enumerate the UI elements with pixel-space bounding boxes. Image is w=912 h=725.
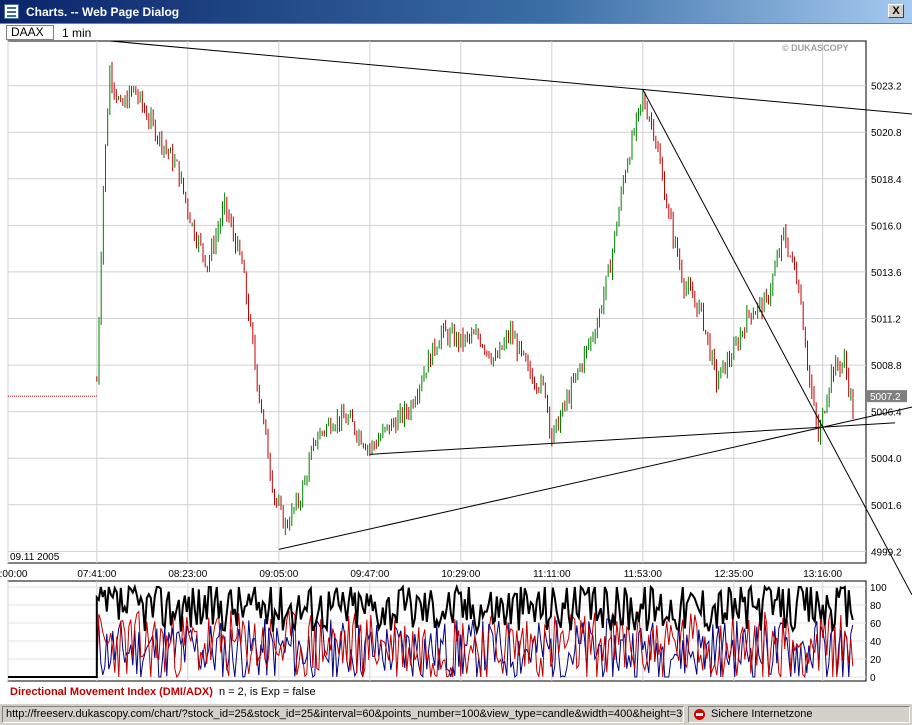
y-tick-label: 5004.0	[871, 454, 902, 465]
indicator-title: Directional Movement Index (DMI/ADX)	[10, 686, 213, 698]
y-tick-label: 5013.6	[871, 268, 902, 279]
x-tick-label: 11:53:00	[624, 569, 663, 580]
y-tick-label: 5001.6	[871, 501, 902, 512]
x-tick-label: 12:35:00	[714, 569, 753, 580]
y-tick-label: 5023.2	[871, 82, 902, 93]
y-tick-label: 5008.8	[871, 361, 902, 372]
date-label: 09.11 2005	[10, 552, 60, 563]
watermark: © DUKASCOPY	[782, 43, 849, 53]
x-tick-label: 09:05:00	[259, 569, 298, 580]
x-tick-label: 10:29:00	[441, 569, 480, 580]
zone-label: Sichere Internetzone	[711, 708, 813, 720]
indicator-y-tick: 40	[870, 637, 882, 648]
price-plot-frame	[7, 40, 867, 564]
y-tick-label: 5020.8	[871, 128, 902, 139]
window-title: Charts. -- Web Page Dialog	[26, 5, 180, 19]
x-tick-label: 07:41:00	[77, 569, 116, 580]
price-chart: 5023.2 5020.8 5018.4 5016.0 5013.6 5011.2 5008…	[0, 40, 912, 684]
y-tick-label: 5018.4	[871, 175, 902, 186]
x-tick-label: 11:11:00	[533, 569, 571, 580]
indicator-y-tick: 80	[870, 601, 882, 612]
status-url: http://freeserv.dukascopy.com/chart/?sto…	[2, 706, 684, 723]
indicator-y-tick: 60	[870, 619, 882, 630]
interval-label[interactable]: 1 min	[62, 26, 91, 40]
blocked-zone-icon	[694, 709, 705, 720]
status-bar: http://freeserv.dukascopy.com/chart/?sto…	[0, 703, 912, 725]
y-tick-label: 4999.2	[871, 547, 902, 558]
security-zone[interactable]: Sichere Internetzone	[688, 706, 910, 723]
indicator-params: n = 2, is Exp = false	[219, 686, 316, 698]
x-tick-label: 08:23:00	[168, 569, 207, 580]
y-tick-label: 5011.2	[871, 314, 901, 325]
current-price-label: 5007.2	[870, 392, 901, 403]
y-tick-label: 5016.0	[871, 221, 902, 232]
indicator-y-tick: 100	[870, 583, 887, 594]
indicator-y-tick: 0	[870, 673, 876, 684]
x-tick-label: 09:47:00	[350, 569, 389, 580]
title-bar: Charts. -- Web Page Dialog X	[0, 0, 912, 24]
x-tick-label: 07:00:00	[0, 569, 28, 580]
chart-window-icon	[4, 4, 19, 19]
close-button[interactable]: X	[888, 4, 904, 18]
x-tick-label: 13:16:00	[803, 569, 842, 580]
chart-client-area: 5023.2 5020.8 5018.4 5016.0 5013.6 5011.2 5008…	[0, 24, 912, 703]
indicator-y-tick: 20	[870, 655, 882, 666]
symbol-field[interactable]: DAAX	[6, 25, 54, 40]
